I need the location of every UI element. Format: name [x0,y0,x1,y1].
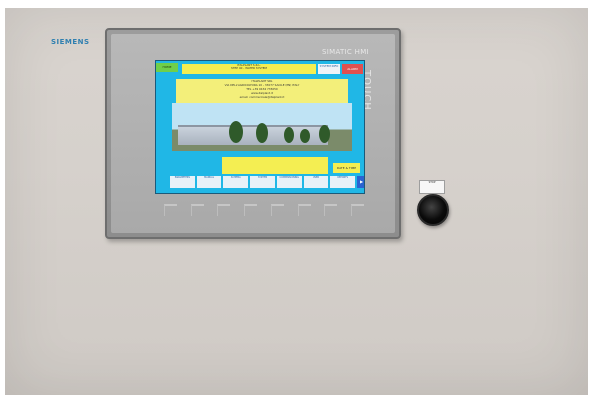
system-info-button[interactable]: SYSTEM INFO [318,64,340,74]
function-key[interactable] [324,204,338,216]
nav-button[interactable]: REPORTS [330,176,356,188]
emergency-stop-button[interactable] [417,194,449,226]
company-email: email: commerciale@italplant.it [239,95,285,99]
function-key[interactable] [190,204,204,216]
date-time-button[interactable]: DATE & TIME [333,163,360,173]
home-button[interactable]: HOME [156,63,178,72]
header-subtitle: STEP 40 - WATER SYSTEM [231,66,267,71]
alarm-button[interactable]: ALARM [342,64,363,74]
nav-button[interactable]: COMMISSIONING [276,176,302,188]
model-label: SIMATIC HMI [322,48,369,56]
function-key[interactable] [270,204,284,216]
status-panel [222,157,328,174]
tree-icon [300,129,310,143]
nav-button[interactable]: SYSTEM [250,176,275,188]
tree-icon [284,127,294,143]
estop-label-plate: STOP [419,180,445,194]
hmi-screen: HOME ITALPLANT S.R.L. STEP 40 - WATER SY… [155,60,365,194]
nav-button[interactable]: USER [303,176,329,188]
screen-top-bar: HOME ITALPLANT S.R.L. STEP 40 - WATER SY… [156,61,364,77]
factory-photo [172,103,352,151]
function-key[interactable] [297,204,311,216]
nav-button[interactable]: SCHEMA [223,176,249,188]
screen-header: ITALPLANT S.R.L. STEP 40 - WATER SYSTEM [182,63,316,74]
function-key[interactable] [217,204,231,216]
function-key[interactable] [244,204,258,216]
nav-button-row: PARAMETERS MANUAL SCHEMA SYSTEM COMMISSI… [170,176,364,188]
tree-icon [256,123,268,143]
function-key[interactable] [164,204,177,216]
company-info: ITALPLANT SRL VIA DELL'AGRICOLTURA 10 - … [176,79,348,103]
nav-button[interactable]: PARAMETERS [170,176,195,188]
brand-logo: SIEMENS [51,38,90,46]
nav-button[interactable]: MANUAL [196,176,222,188]
function-key[interactable] [350,204,364,216]
next-page-button[interactable]: ▶ [357,176,364,188]
tree-icon [229,121,243,143]
function-keys [164,204,364,216]
photo-background: SIEMENS SIMATIC HMI TOUCH HOME ITALPLANT… [5,8,588,395]
tree-icon [319,125,330,143]
